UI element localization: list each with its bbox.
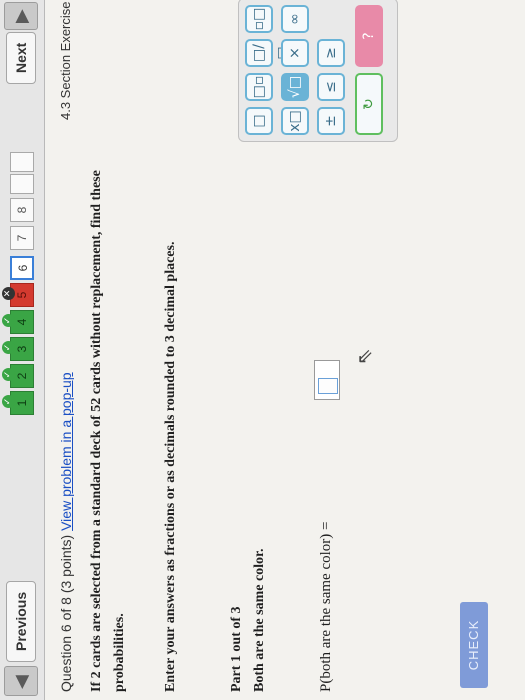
incorrect-x-icon: ✕ bbox=[2, 287, 15, 300]
question-header: Question 6 of 8 (3 points) View problem … bbox=[58, 372, 74, 692]
question-page: ◀ Previous 1 ✓ 2 ✓ 3 ✓ 4 ✓ 5 ✕ 6 7 8 Nex… bbox=[0, 0, 525, 700]
palette-help-button[interactable]: ? bbox=[355, 5, 383, 67]
answer-field[interactable] bbox=[314, 360, 340, 400]
answer-input-cursor-box[interactable] bbox=[318, 378, 338, 394]
question-6-box[interactable]: 6 bbox=[10, 256, 34, 280]
part-label: Part 1 out of 3 bbox=[229, 606, 244, 692]
palette-geq-button[interactable]: ≥ bbox=[317, 39, 345, 67]
question-3-box[interactable]: 3 ✓ bbox=[2, 337, 34, 361]
previous-button[interactable]: Previous bbox=[6, 580, 36, 662]
palette-infinity-button[interactable]: ∞ bbox=[281, 5, 309, 33]
correct-check-icon: ✓ bbox=[2, 368, 15, 381]
answer-palette: □ □▫ □/□ ▫□ x□ √□ × ∞ ± ≤ ≥ ↻ ? bbox=[238, 0, 398, 142]
help-icon: ? bbox=[361, 32, 377, 40]
forward-arrow-icon: ▶ bbox=[11, 9, 32, 23]
question-5-box[interactable]: 5 ✕ bbox=[2, 283, 34, 307]
palette-undo-button[interactable]: ↻ bbox=[355, 73, 383, 135]
question-navbar: ◀ Previous 1 ✓ 2 ✓ 3 ✓ 4 ✓ 5 ✕ 6 7 8 Nex… bbox=[0, 0, 45, 700]
section-label: 4.3 Section Exercise bbox=[58, 1, 73, 120]
palette-box-button[interactable]: □ bbox=[245, 107, 273, 135]
popup-link[interactable]: View problem in a pop-up bbox=[58, 372, 74, 531]
prompt-text: If 2 cards are selected from a standard … bbox=[89, 170, 104, 692]
correct-check-icon: ✓ bbox=[2, 341, 15, 354]
correct-check-icon: ✓ bbox=[2, 395, 15, 408]
back-arrow-button[interactable]: ◀ bbox=[4, 666, 38, 696]
instructions-text: Enter your answers as fractions or as de… bbox=[163, 241, 178, 692]
forward-arrow-button[interactable]: ▶ bbox=[4, 2, 38, 30]
palette-subscript-button[interactable]: ▫□ bbox=[245, 5, 273, 33]
question-8-box[interactable]: 8 bbox=[10, 198, 34, 222]
palette-fraction-button[interactable]: □/□ bbox=[245, 39, 291, 67]
question-9-box[interactable] bbox=[10, 174, 34, 194]
question-10-box[interactable] bbox=[10, 152, 34, 172]
palette-superscript-button[interactable]: □▫ bbox=[245, 73, 273, 101]
question-1-box[interactable]: 1 ✓ bbox=[2, 391, 34, 415]
back-arrow-icon: ◀ bbox=[11, 675, 32, 689]
palette-leq-button[interactable]: ≤ bbox=[317, 73, 345, 101]
correct-check-icon: ✓ bbox=[2, 314, 15, 327]
palette-plusminus-button[interactable]: ± bbox=[317, 107, 345, 135]
question-2-box[interactable]: 2 ✓ bbox=[2, 364, 34, 388]
palette-times-button[interactable]: × bbox=[281, 39, 309, 67]
equation-label: P(both are the same color) = bbox=[318, 521, 334, 693]
palette-power-button[interactable]: x□ bbox=[281, 107, 309, 135]
undo-icon: ↻ bbox=[361, 98, 377, 110]
question-4-box[interactable]: 4 ✓ bbox=[2, 310, 34, 334]
prompt-text-continued: probabilities. bbox=[112, 613, 127, 692]
part-title: Both are the same color. bbox=[252, 548, 267, 692]
check-button[interactable]: CHECK bbox=[460, 602, 488, 688]
mouse-cursor-icon: ⇖ bbox=[352, 348, 376, 365]
next-button[interactable]: Next bbox=[6, 31, 36, 84]
question-7-box[interactable]: 7 bbox=[10, 226, 34, 250]
palette-sqrt-button[interactable]: √□ bbox=[281, 73, 309, 101]
